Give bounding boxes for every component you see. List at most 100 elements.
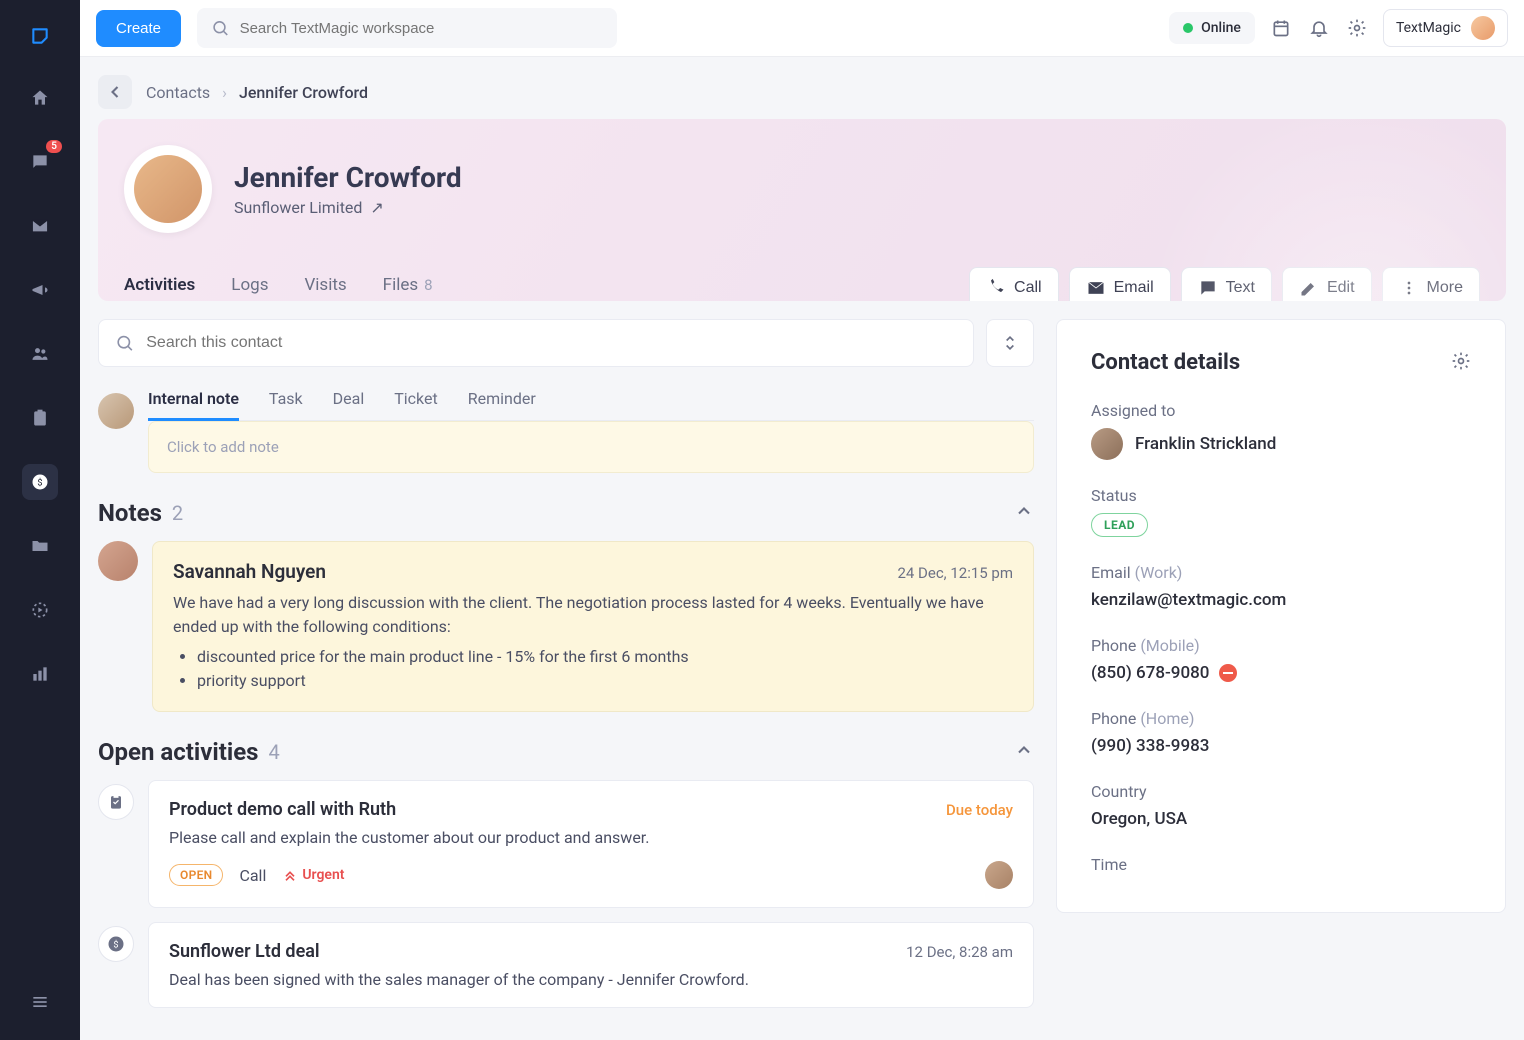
phone-home-label: Phone (Home) (1091, 709, 1471, 728)
left-rail: 5 $ (0, 0, 80, 1040)
mail-icon (1086, 278, 1106, 298)
edit-button[interactable]: Edit (1282, 267, 1372, 301)
contact-name: Jennifer Crowford (234, 161, 462, 194)
nav-contacts-icon[interactable] (22, 336, 58, 372)
note-item: Savannah Nguyen 24 Dec, 12:15 pm We have… (98, 541, 1034, 712)
panel-title: Contact details (1091, 350, 1240, 375)
activity-item: Product demo call with Ruth Due today Pl… (98, 780, 1034, 908)
contact-avatar (124, 145, 212, 233)
nav-reports-icon[interactable] (22, 656, 58, 692)
gear-icon[interactable] (1345, 16, 1369, 40)
activity-desc: Please call and explain the customer abo… (169, 828, 1013, 847)
panel-settings-icon[interactable] (1451, 351, 1471, 375)
phone-mobile-label: Phone (Mobile) (1091, 636, 1471, 655)
nav-menu-icon[interactable] (22, 984, 58, 1020)
quick-tab-reminder[interactable]: Reminder (468, 389, 536, 421)
email-button[interactable]: Email (1069, 267, 1171, 301)
time-label: Time (1091, 855, 1471, 874)
activity-time: 12 Dec, 8:28 am (906, 943, 1013, 961)
calendar-icon[interactable] (1269, 16, 1293, 40)
country-value: Oregon, USA (1091, 809, 1471, 829)
user-menu[interactable]: TextMagic (1383, 9, 1508, 47)
online-dot-icon (1183, 23, 1193, 33)
global-search[interactable] (197, 8, 617, 48)
tab-logs[interactable]: Logs (231, 275, 268, 301)
nav-home-icon[interactable] (22, 80, 58, 116)
chevron-right-icon: › (222, 83, 227, 102)
contact-hero: Jennifer Crowford Sunflower Limited ↗ Ac… (98, 119, 1506, 301)
create-button[interactable]: Create (96, 10, 181, 47)
activities-count: 4 (269, 740, 280, 764)
email-label: Email (Work) (1091, 563, 1471, 582)
breadcrumb-current: Jennifer Crowford (239, 83, 368, 102)
contact-company[interactable]: Sunflower Limited ↗ (234, 198, 462, 217)
more-vert-icon (1399, 278, 1419, 298)
do-not-call-icon (1219, 664, 1237, 682)
activity-due: Due today (946, 801, 1013, 819)
back-button[interactable] (98, 75, 132, 109)
phone-home-value[interactable]: (990) 338-9983 (1091, 736, 1471, 756)
quick-add-tabs: Internal note Task Deal Ticket Reminder (148, 389, 1034, 421)
activities-title: Open activities (98, 738, 259, 766)
breadcrumb: Contacts › Jennifer Crowford (146, 83, 368, 102)
breadcrumb-root[interactable]: Contacts (146, 83, 210, 102)
quick-tab-deal[interactable]: Deal (333, 389, 365, 421)
nav-campaign-icon[interactable] (22, 272, 58, 308)
note-author: Savannah Nguyen (173, 560, 326, 583)
search-icon (115, 333, 134, 353)
message-icon (1198, 278, 1218, 298)
quick-tab-note[interactable]: Internal note (148, 389, 239, 421)
status-badge: LEAD (1091, 513, 1148, 537)
phone-icon (986, 278, 1006, 298)
priority-urgent: Urgent (282, 867, 344, 883)
quick-tab-task[interactable]: Task (269, 389, 303, 421)
note-input[interactable]: Click to add note (148, 421, 1034, 473)
email-value[interactable]: kenzilaw@textmagic.com (1091, 590, 1471, 610)
topbar: Create Online TextMagic (80, 0, 1524, 57)
chat-badge: 5 (46, 140, 62, 153)
notes-count: 2 (172, 501, 183, 525)
quick-tab-ticket[interactable]: Ticket (394, 389, 437, 421)
collapse-notes[interactable] (1014, 501, 1034, 525)
nav-chat-icon[interactable]: 5 (22, 144, 58, 180)
activity-desc: Deal has been signed with the sales mana… (169, 970, 1013, 989)
deal-icon: $ (98, 926, 134, 962)
sort-button[interactable] (986, 319, 1034, 367)
app-logo (24, 20, 56, 52)
activity-item: $ Sunflower Ltd deal 12 Dec, 8:28 am Dea… (98, 922, 1034, 1008)
nav-automation-icon[interactable] (22, 592, 58, 628)
note-text: We have had a very long discussion with … (173, 591, 1013, 693)
nav-files-icon[interactable] (22, 528, 58, 564)
nav-tasks-icon[interactable] (22, 400, 58, 436)
activity-type: Call (239, 866, 266, 885)
pencil-icon (1299, 278, 1319, 298)
activity-title: Product demo call with Ruth (169, 799, 396, 820)
assignee-avatar (985, 861, 1013, 889)
country-label: Country (1091, 782, 1471, 801)
tab-activities[interactable]: Activities (124, 275, 195, 301)
more-button[interactable]: More (1382, 267, 1480, 301)
note-time: 24 Dec, 12:15 pm (897, 564, 1013, 582)
global-search-input[interactable] (240, 20, 603, 37)
phone-mobile-value[interactable]: (850) 678-9080 (1091, 663, 1209, 683)
external-link-icon: ↗ (370, 198, 383, 217)
user-avatar (1471, 16, 1495, 40)
collapse-activities[interactable] (1014, 740, 1034, 764)
task-icon (98, 784, 134, 820)
tab-visits[interactable]: Visits (304, 275, 346, 301)
call-button[interactable]: Call (969, 267, 1059, 301)
current-user-avatar (98, 393, 134, 429)
search-icon (211, 18, 230, 38)
online-status[interactable]: Online (1169, 12, 1255, 44)
activity-title: Sunflower Ltd deal (169, 941, 320, 962)
nav-deals-icon[interactable]: $ (22, 464, 58, 500)
text-button[interactable]: Text (1181, 267, 1272, 301)
contact-search-input[interactable] (146, 334, 957, 352)
bell-icon[interactable] (1307, 16, 1331, 40)
tab-files[interactable]: Files 8 (383, 275, 433, 301)
assigned-value: Franklin Strickland (1135, 434, 1276, 454)
nav-mail-icon[interactable] (22, 208, 58, 244)
contact-details-panel: Contact details Assigned to Franklin Str… (1056, 319, 1506, 913)
status-badge: OPEN (169, 864, 223, 886)
contact-search[interactable] (98, 319, 974, 367)
